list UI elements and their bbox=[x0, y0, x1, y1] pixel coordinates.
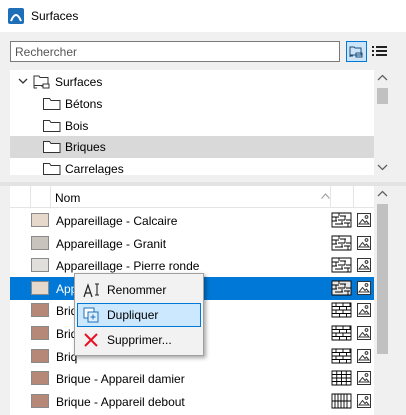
search-input[interactable] bbox=[11, 42, 339, 61]
brick-pattern-icon bbox=[331, 302, 352, 318]
folder-tree-icon bbox=[349, 46, 363, 58]
color-swatch bbox=[31, 393, 49, 408]
tree-item-label: Carrelages bbox=[65, 162, 124, 175]
menu-item-rename[interactable]: Renommer bbox=[77, 278, 201, 302]
texture-image-icon[interactable] bbox=[357, 235, 371, 250]
delete-icon bbox=[84, 333, 98, 347]
stone-pattern-icon bbox=[331, 235, 352, 251]
menu-item-label: Renommer bbox=[107, 283, 167, 297]
color-swatch bbox=[31, 258, 49, 273]
folder-icon bbox=[43, 120, 61, 132]
title-bar: Surfaces bbox=[0, 0, 406, 32]
folder-view-button[interactable] bbox=[346, 41, 367, 62]
brick-pattern-icon bbox=[331, 325, 352, 341]
column-divider bbox=[330, 186, 331, 208]
color-swatch bbox=[31, 326, 49, 340]
color-swatch bbox=[31, 235, 49, 250]
color-swatch bbox=[31, 348, 49, 363]
table-row[interactable]: Brique - Appareil damier bbox=[10, 367, 374, 390]
texture-image-icon[interactable] bbox=[357, 213, 371, 227]
tree-item-label: Bois bbox=[65, 119, 89, 133]
scroll-up-icon[interactable] bbox=[374, 186, 391, 203]
texture-image-icon[interactable] bbox=[357, 258, 371, 273]
texture-image-icon[interactable] bbox=[357, 303, 371, 318]
duplicate-icon bbox=[83, 307, 99, 323]
color-swatch bbox=[31, 303, 49, 318]
menu-item-duplicate[interactable]: Dupliquer bbox=[77, 303, 201, 327]
surface-name: Brique - Appareil debout bbox=[56, 394, 185, 409]
folder-icon bbox=[43, 98, 61, 110]
scroll-thumb[interactable] bbox=[377, 204, 388, 354]
search-box[interactable] bbox=[10, 41, 340, 62]
chevron-down-icon[interactable] bbox=[18, 76, 28, 86]
app-icon bbox=[8, 8, 24, 24]
color-swatch bbox=[31, 213, 49, 227]
column-divider bbox=[30, 186, 31, 208]
scroll-thumb[interactable] bbox=[377, 88, 388, 104]
folder-icon bbox=[43, 141, 61, 153]
brick-pattern-icon bbox=[331, 348, 352, 364]
color-swatch bbox=[31, 371, 49, 386]
scroll-down-icon[interactable] bbox=[374, 158, 391, 175]
table-header: Nom bbox=[10, 186, 374, 208]
menu-item-label: Dupliquer bbox=[107, 308, 159, 322]
window-title: Surfaces bbox=[31, 9, 79, 23]
table-row[interactable]: Brique - Appareil debout bbox=[10, 390, 374, 413]
folder-tree: Surfaces Bétons Bois Briques Carrelages bbox=[10, 70, 374, 175]
tree-item-root[interactable]: Surfaces bbox=[10, 71, 374, 93]
texture-image-icon[interactable] bbox=[357, 280, 371, 295]
tree-scrollbar[interactable] bbox=[374, 70, 391, 175]
column-divider bbox=[353, 186, 354, 208]
tree-item-label: Surfaces bbox=[55, 75, 103, 89]
context-menu: Renommer Dupliquer Supprimer... bbox=[74, 273, 204, 356]
folder-tree-icon bbox=[33, 75, 50, 89]
table-scrollbar[interactable] bbox=[374, 186, 391, 415]
surface-name: Appareillage - Granit bbox=[56, 236, 167, 251]
tree-item-carrelages[interactable]: Carrelages bbox=[10, 158, 374, 175]
stone-pattern-icon bbox=[331, 212, 352, 228]
sort-ascending-icon bbox=[321, 193, 330, 199]
surface-name: Appareillage - Calcaire bbox=[56, 214, 178, 228]
table-row[interactable]: Appareillage - Granit bbox=[10, 232, 374, 255]
menu-item-delete[interactable]: Supprimer... bbox=[77, 328, 201, 352]
texture-image-icon[interactable] bbox=[357, 371, 371, 386]
stone-pattern-icon bbox=[331, 257, 352, 273]
scroll-up-icon[interactable] bbox=[374, 70, 391, 87]
tree-item-betons[interactable]: Bétons bbox=[10, 93, 374, 115]
menu-item-label: Supprimer... bbox=[107, 333, 172, 347]
texture-image-icon[interactable] bbox=[357, 326, 371, 340]
color-swatch bbox=[31, 280, 49, 295]
texture-image-icon[interactable] bbox=[357, 393, 371, 408]
grid-pattern-icon bbox=[331, 370, 352, 386]
tree-item-label: Briques bbox=[65, 140, 106, 154]
rename-icon bbox=[83, 283, 99, 298]
tree-item-bois[interactable]: Bois bbox=[10, 115, 374, 137]
stone-pattern-icon bbox=[331, 280, 352, 296]
texture-image-icon[interactable] bbox=[357, 348, 371, 363]
tree-item-label: Bétons bbox=[65, 97, 103, 111]
folder-icon bbox=[43, 163, 61, 175]
column-divider bbox=[50, 186, 51, 208]
surface-name: Appareillage - Pierre ronde bbox=[56, 259, 200, 274]
tree-item-briques[interactable]: Briques bbox=[10, 136, 374, 158]
table-row[interactable]: Appareillage - Calcaire bbox=[10, 209, 374, 232]
list-icon bbox=[372, 46, 387, 56]
vertical-pattern-icon bbox=[331, 393, 352, 409]
column-header-name[interactable]: Nom bbox=[55, 191, 80, 205]
surface-name: Brique - Appareil damier bbox=[56, 372, 185, 387]
list-view-button[interactable] bbox=[369, 41, 390, 62]
